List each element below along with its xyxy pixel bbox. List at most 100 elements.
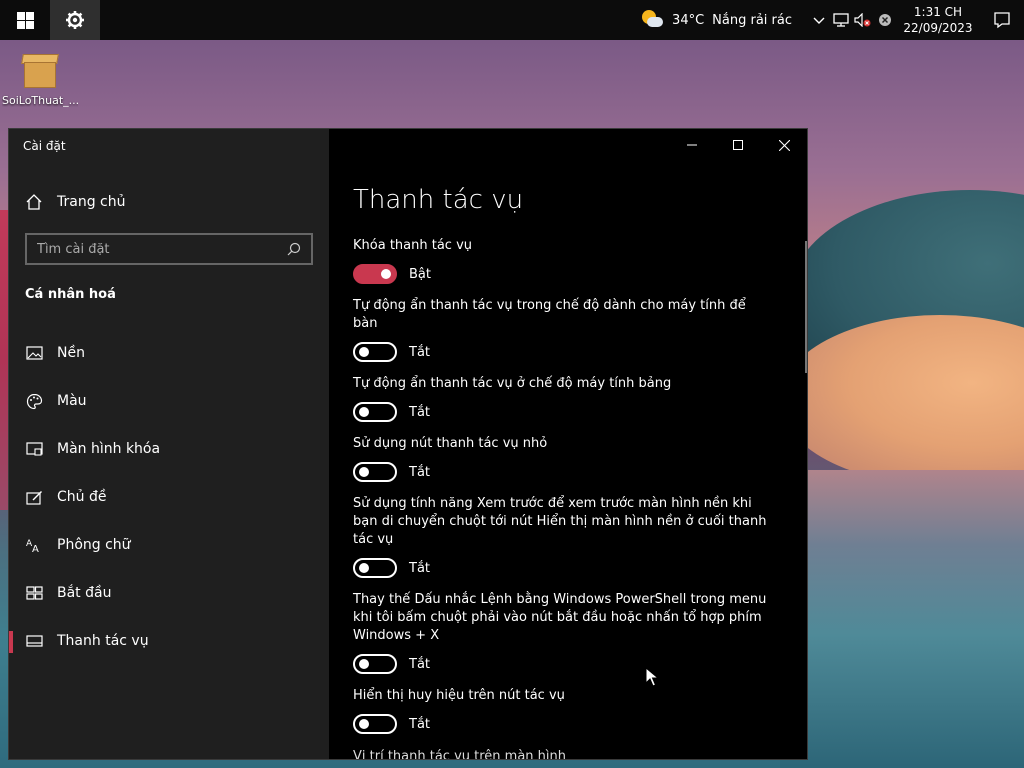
weather-description[interactable]: Nắng rải rác xyxy=(712,13,792,28)
wallpaper-water xyxy=(780,470,1024,768)
settings-list: Khóa thanh tác vụ Bật Tự động ẩn thanh t… xyxy=(353,237,773,747)
clock-time: 1:31 CH xyxy=(913,5,963,19)
start-button[interactable] xyxy=(0,0,50,40)
network-icon[interactable] xyxy=(830,0,852,40)
toggle-row: Bật xyxy=(353,263,773,285)
setting-label: Hiển thị huy hiệu trên nút tác vụ xyxy=(353,688,565,703)
page-title: Thanh tác vụ xyxy=(353,185,524,215)
nav-item-label: Màn hình khóa xyxy=(57,441,161,457)
theme-icon xyxy=(25,488,43,506)
nav-item-start[interactable]: Bắt đầu xyxy=(9,569,329,617)
nav-item-background[interactable]: Nền xyxy=(9,329,329,377)
setting-small-buttons: Sử dụng nút thanh tác vụ nhỏ Tắt xyxy=(353,435,773,483)
settings-search-box[interactable] xyxy=(25,233,313,265)
setting-lock-taskbar: Khóa thanh tác vụ Bật xyxy=(353,237,773,285)
toggle-state: Tắt xyxy=(409,560,431,576)
setting-powershell: Thay thế Dấu nhắc Lệnh bằng Windows Powe… xyxy=(353,591,773,675)
nav-list: Nền Màu Màn hình khóa Chủ đề A A Phông c… xyxy=(9,329,329,665)
home-icon xyxy=(25,193,43,211)
minimize-button[interactable] xyxy=(669,129,715,161)
minimize-icon xyxy=(687,144,697,146)
setting-peek-preview: Sử dụng tính năng Xem trước để xem trước… xyxy=(353,495,773,579)
nav-item-themes[interactable]: Chủ đề xyxy=(9,473,329,521)
nav-item-label: Màu xyxy=(57,393,87,409)
search-input[interactable] xyxy=(37,241,287,257)
toggle-state: Tắt xyxy=(409,656,431,672)
content-scrollbar[interactable] xyxy=(805,241,807,373)
toggle-row: Tắt xyxy=(353,401,773,423)
desktop-shortcut[interactable]: SoiLoThuat_... xyxy=(2,50,78,107)
toggle-state: Tắt xyxy=(409,404,431,420)
weather-temperature[interactable]: 34°C xyxy=(672,13,704,28)
nav-item-taskbar[interactable]: Thanh tác vụ xyxy=(9,617,329,665)
volume-muted-icon[interactable] xyxy=(852,0,874,40)
toggle-row: Tắt xyxy=(353,653,773,675)
notification-icon xyxy=(994,12,1010,29)
taskbar-settings-button[interactable] xyxy=(50,0,100,40)
close-icon xyxy=(778,139,790,151)
notification-center-button[interactable] xyxy=(980,0,1024,40)
chevron-up-icon[interactable] xyxy=(808,0,830,40)
close-button[interactable] xyxy=(761,129,807,161)
autohide-desktop-toggle[interactable] xyxy=(353,342,397,362)
toggle-row: Tắt xyxy=(353,461,773,483)
badges-toggle[interactable] xyxy=(353,714,397,734)
toggle-row: Tắt xyxy=(353,713,773,735)
nav-item-fonts[interactable]: AA Phông chữ xyxy=(9,521,329,569)
svg-text:A: A xyxy=(32,544,39,553)
settings-window: Cài đặt Trang chủ Cá nhân hoá Nền xyxy=(8,128,808,760)
weather-partly-sunny-icon[interactable] xyxy=(640,8,664,32)
taskbar: 34°C Nắng rải rác 1:31 CH 22/09/2023 xyxy=(0,0,1024,40)
powershell-toggle[interactable] xyxy=(353,654,397,674)
settings-content: Thanh tác vụ Khóa thanh tác vụ Bật Tự độ… xyxy=(329,129,807,760)
search-icon[interactable] xyxy=(287,242,301,256)
system-tray: 34°C Nắng rải rác 1:31 CH 22/09/2023 xyxy=(640,0,1024,40)
setting-label: Khóa thanh tác vụ xyxy=(353,238,473,253)
nav-item-lock-screen[interactable]: Màn hình khóa xyxy=(9,425,329,473)
peek-preview-toggle[interactable] xyxy=(353,558,397,578)
settings-nav-pane: Cài đặt Trang chủ Cá nhân hoá Nền xyxy=(9,129,329,759)
nav-item-label: Phông chữ xyxy=(57,537,131,553)
small-buttons-toggle[interactable] xyxy=(353,462,397,482)
image-icon xyxy=(25,344,43,362)
lock-screen-icon xyxy=(25,440,43,458)
windows-logo-icon xyxy=(16,11,34,29)
mouse-cursor-icon xyxy=(645,667,659,687)
close-circle-icon[interactable] xyxy=(874,0,896,40)
setting-label: Tự động ẩn thanh tác vụ ở chế độ máy tín… xyxy=(353,376,672,391)
nav-item-label: Nền xyxy=(57,345,85,361)
nav-item-label: Thanh tác vụ xyxy=(57,633,149,649)
toggle-state: Tắt xyxy=(409,344,431,360)
setting-taskbar-location-label: Vị trí thanh tác vụ trên màn hình xyxy=(353,749,567,760)
taskbar-icon xyxy=(25,632,43,650)
autohide-tablet-toggle[interactable] xyxy=(353,402,397,422)
nav-section-label: Cá nhân hoá xyxy=(25,287,116,302)
palette-icon xyxy=(25,392,43,410)
nav-home-label: Trang chủ xyxy=(57,194,126,210)
caption-buttons xyxy=(669,129,807,161)
setting-autohide-tablet: Tự động ẩn thanh tác vụ ở chế độ máy tín… xyxy=(353,375,773,423)
maximize-icon xyxy=(733,140,743,150)
toggle-state: Tắt xyxy=(409,716,431,732)
setting-label: Thay thế Dấu nhắc Lệnh bằng Windows Powe… xyxy=(353,592,767,643)
start-icon xyxy=(25,584,43,602)
setting-label: Sử dụng nút thanh tác vụ nhỏ xyxy=(353,436,548,451)
nav-home[interactable]: Trang chủ xyxy=(25,191,125,213)
toggle-row: Tắt xyxy=(353,341,773,363)
toggle-row: Tắt xyxy=(353,557,773,579)
toggle-state: Bật xyxy=(409,266,431,282)
toggle-state: Tắt xyxy=(409,464,431,480)
nav-item-colors[interactable]: Màu xyxy=(9,377,329,425)
lock-taskbar-toggle[interactable] xyxy=(353,264,397,284)
nav-item-label: Bắt đầu xyxy=(57,585,112,601)
gear-icon xyxy=(66,11,84,29)
setting-autohide-desktop: Tự động ẩn thanh tác vụ trong chế độ dàn… xyxy=(353,297,773,363)
taskbar-clock[interactable]: 1:31 CH 22/09/2023 xyxy=(896,4,980,36)
font-icon: AA xyxy=(25,536,43,554)
maximize-button[interactable] xyxy=(715,129,761,161)
setting-label: Tự động ẩn thanh tác vụ trong chế độ dàn… xyxy=(353,298,746,331)
window-title: Cài đặt xyxy=(23,139,66,153)
desktop-shortcut-label: SoiLoThuat_... xyxy=(2,94,78,107)
package-box-icon xyxy=(20,50,60,90)
clock-date: 22/09/2023 xyxy=(903,21,973,35)
